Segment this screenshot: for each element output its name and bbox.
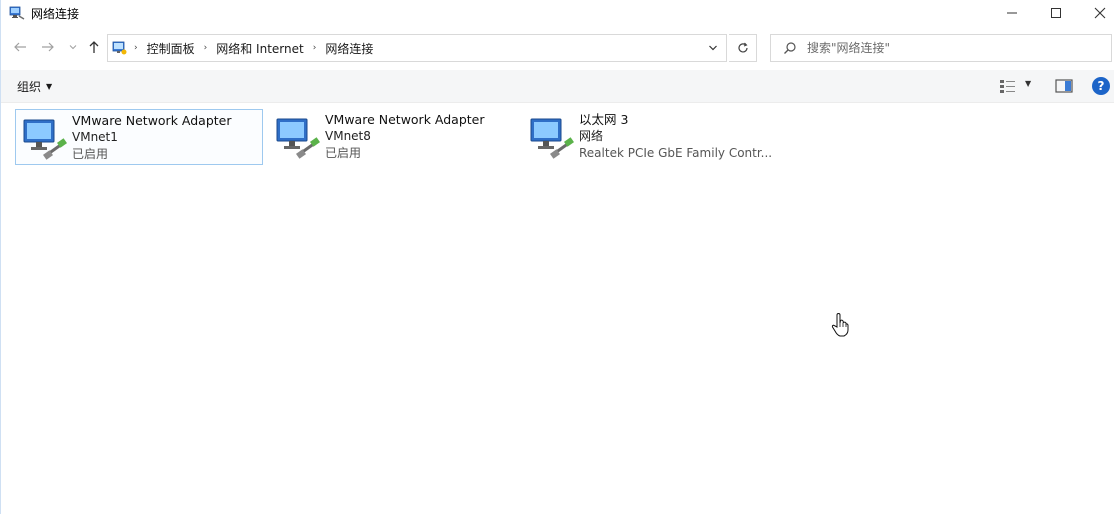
arrow-right-icon: [42, 42, 54, 52]
address-dropdown-button[interactable]: [702, 35, 724, 61]
minimize-icon: [1007, 12, 1017, 14]
breadcrumb-separator[interactable]: ›: [204, 43, 208, 53]
chevron-down-icon: [69, 45, 77, 50]
connection-item-vmnet8[interactable]: VMware Network Adapter VMnet8 已启用: [269, 109, 517, 165]
search-input[interactable]: [807, 38, 1097, 58]
organize-button[interactable]: 组织 ▼: [17, 78, 52, 95]
minimize-button[interactable]: [989, 0, 1035, 26]
connection-item-vmnet1[interactable]: VMware Network Adapter VMnet1 已启用: [15, 109, 263, 165]
breadcrumb-separator[interactable]: ›: [313, 43, 317, 53]
chevron-down-icon: ▼: [46, 82, 53, 91]
network-connections-window: 网络连接 › 控制面板 › 网络和 Internet › 网络连接 搜索"网络连…: [0, 0, 1114, 514]
connection-subname: VMnet1: [72, 130, 118, 144]
breadcrumb-control-panel[interactable]: 控制面板: [147, 40, 195, 57]
command-bar: 组织 ▼ ▼ ?: [1, 70, 1114, 103]
up-button[interactable]: [85, 38, 103, 56]
help-button[interactable]: ?: [1092, 77, 1110, 95]
search-box[interactable]: [770, 34, 1112, 62]
breadcrumb: › 控制面板 › 网络和 Internet › 网络连接: [134, 35, 373, 61]
close-icon: [1094, 7, 1106, 19]
title-bar: 网络连接: [1, 0, 1114, 26]
refresh-button[interactable]: [729, 34, 757, 62]
address-row: › 控制面板 › 网络和 Internet › 网络连接: [1, 30, 1114, 66]
breadcrumb-network-internet[interactable]: 网络和 Internet: [216, 40, 303, 57]
maximize-icon: [1051, 8, 1061, 18]
organize-label: 组织: [17, 80, 42, 94]
network-adapter-icon: [530, 118, 574, 159]
maximize-button[interactable]: [1033, 0, 1079, 26]
connection-status: Realtek PCIe GbE Family Contr...: [579, 146, 773, 160]
breadcrumb-separator: ›: [134, 43, 138, 53]
arrow-left-icon: [14, 42, 26, 52]
forward-button[interactable]: [39, 38, 57, 56]
connection-status: 已启用: [325, 146, 362, 160]
control-panel-icon: [112, 41, 127, 55]
breadcrumb-network-connections[interactable]: 网络连接: [325, 40, 373, 57]
network-connections-icon: [9, 6, 25, 20]
refresh-icon: [737, 42, 748, 53]
search-icon: [784, 42, 796, 54]
connection-status: 已启用: [72, 147, 109, 161]
chevron-down-icon: [709, 45, 717, 51]
back-button[interactable]: [11, 38, 29, 56]
arrow-up-icon: [89, 41, 99, 53]
connection-name: 以太网 3: [579, 112, 629, 127]
preview-pane-icon[interactable]: [1055, 78, 1073, 94]
connection-subname: VMnet8: [325, 129, 371, 143]
connection-name: VMware Network Adapter: [72, 113, 232, 128]
recent-locations-button[interactable]: [64, 38, 82, 56]
connections-list: VMware Network Adapter VMnet1 已启用 VMware…: [1, 103, 1114, 514]
network-adapter-icon: [276, 118, 320, 159]
hand-cursor-icon: [831, 313, 849, 337]
connection-item-ethernet-3[interactable]: 以太网 3 网络 Realtek PCIe GbE Family Contr..…: [523, 109, 793, 165]
connection-subname: 网络: [579, 129, 604, 143]
change-view-icon[interactable]: [999, 78, 1017, 94]
window-title: 网络连接: [31, 7, 80, 21]
close-button[interactable]: [1077, 0, 1114, 26]
address-bar[interactable]: › 控制面板 › 网络和 Internet › 网络连接: [107, 34, 727, 62]
connection-name: VMware Network Adapter: [325, 112, 485, 127]
network-adapter-icon: [23, 119, 67, 160]
view-options-caret[interactable]: ▼: [1025, 79, 1031, 88]
